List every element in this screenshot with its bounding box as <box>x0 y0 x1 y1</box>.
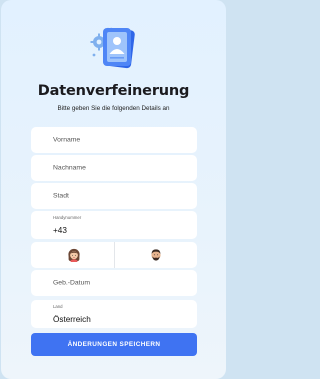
birthdate-placeholder: Geb.-Datum <box>53 279 91 287</box>
city-field[interactable]: Stadt <box>31 183 197 209</box>
country-label: Land <box>53 304 63 309</box>
phone-label: Handynummer <box>53 215 82 220</box>
last-name-placeholder: Nachname <box>53 164 86 172</box>
gender-selector <box>31 242 197 268</box>
phone-field[interactable]: Handynummer +43 <box>31 211 197 239</box>
save-changes-button[interactable]: ÄNDERUNGEN SPEICHERN <box>31 333 197 356</box>
female-avatar-icon <box>68 248 80 262</box>
last-name-field[interactable]: Nachname <box>31 155 197 181</box>
phone-value: +43 <box>53 226 67 235</box>
gender-option-male[interactable] <box>113 242 198 268</box>
city-placeholder: Stadt <box>53 192 69 200</box>
first-name-field[interactable]: Vorname <box>31 127 197 153</box>
page-subtitle: Bitte geben Sie die folgenden Details an <box>57 105 170 112</box>
country-select[interactable]: Land Österreich <box>31 300 197 328</box>
male-avatar-icon <box>150 249 161 261</box>
page-title: Datenverfeinerung <box>37 83 190 99</box>
country-value: Österreich <box>53 315 91 324</box>
profile-card-gear-icon <box>90 27 135 69</box>
first-name-placeholder: Vorname <box>53 136 81 144</box>
gender-option-female[interactable] <box>31 242 114 268</box>
birthdate-field[interactable]: Geb.-Datum <box>31 270 197 296</box>
form-card: Datenverfeinerung Bitte geben Sie die fo… <box>1 0 226 379</box>
